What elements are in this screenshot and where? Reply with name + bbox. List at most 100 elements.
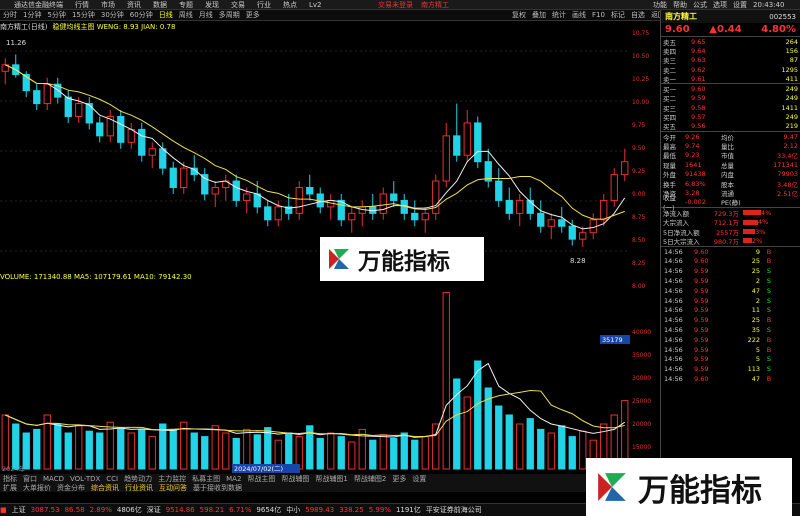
indicator-tab[interactable]: 帮战辅图: [281, 474, 309, 483]
flow-value: 980.7万: [713, 237, 739, 246]
menu-item[interactable]: Lv2: [309, 1, 322, 9]
tick-volume: 25: [751, 267, 760, 276]
period-tab[interactable]: 周线: [179, 10, 193, 20]
ext-tab[interactable]: 综合资讯: [91, 483, 119, 492]
indicator-tab[interactable]: 设置: [412, 474, 426, 483]
menu-item[interactable]: 发现: [205, 1, 219, 9]
tick-volume: 5: [755, 345, 760, 354]
menu-item[interactable]: 市场: [101, 1, 115, 9]
index-name[interactable]: 上证: [12, 505, 26, 515]
ext-tab[interactable]: 大单报价: [23, 483, 51, 492]
period-tab[interactable]: 15分钟: [72, 10, 95, 20]
menu-settings[interactable]: 设置: [733, 1, 747, 9]
tick-time: 14:56: [664, 276, 683, 285]
candle-body: [295, 187, 303, 214]
indicator-tab[interactable]: 帮战辅图2: [354, 474, 386, 483]
menu-item[interactable]: 热点: [283, 1, 297, 9]
tick-row: 14:56 9.59 113 S: [661, 364, 800, 374]
axis-tick-label: 35000: [632, 352, 652, 359]
volume-readout: VOLUME: 171340.88 MA5: 107179.61 MA10: 7…: [0, 272, 192, 281]
stat-value: 9.74: [685, 142, 700, 151]
indicator-tab[interactable]: 窗口: [23, 474, 37, 483]
volume-bar: [463, 396, 471, 470]
indicator-tab[interactable]: 更多: [392, 474, 406, 483]
candle-body: [621, 161, 629, 176]
indicator-tab[interactable]: MA2: [226, 475, 241, 483]
menu-item[interactable]: 行业: [257, 1, 271, 9]
tool-button[interactable]: 叠加: [532, 11, 546, 19]
menu-item[interactable]: 交易: [231, 1, 245, 9]
volume-bar: [442, 292, 450, 470]
ext-tab[interactable]: 基于接收到数据: [193, 483, 242, 492]
tick-volume: 35: [751, 325, 760, 334]
ext-tab[interactable]: 资金分布: [57, 483, 85, 492]
tool-button[interactable]: F10: [592, 11, 605, 19]
ext-tab[interactable]: 扩展: [3, 483, 17, 492]
volume-chart[interactable]: 35179 2024年 2024/07/02(二): [0, 281, 630, 473]
period-tab[interactable]: 月线: [199, 10, 213, 20]
low-price-label: 8.28: [570, 257, 586, 265]
axis-tick-label: 9.50: [632, 145, 646, 152]
flow-pct: 4%: [758, 218, 769, 227]
indicator-tab[interactable]: 指标: [3, 474, 17, 483]
tick-price: 9.59: [694, 306, 709, 315]
bid-price: 9.59: [691, 94, 706, 103]
indicator-tab[interactable]: 帮战主图: [247, 474, 275, 483]
tick-side: B: [766, 316, 772, 325]
tool-button[interactable]: 画线: [572, 11, 586, 19]
period-tab-active[interactable]: 日线: [159, 10, 173, 20]
indicator-tab[interactable]: MACD: [43, 475, 64, 483]
tick-time: 14:56: [664, 355, 683, 364]
period-tab[interactable]: 5分钟: [47, 10, 65, 20]
index-name[interactable]: 中小: [286, 505, 300, 515]
indicator-tab[interactable]: 帮战辅图1: [315, 474, 347, 483]
menu-item[interactable]: 专题: [179, 1, 193, 9]
volume-bar: [327, 432, 335, 470]
ext-tab[interactable]: 行业资讯: [125, 483, 153, 492]
indicator-tab[interactable]: 主力监控: [158, 474, 186, 483]
period-tab[interactable]: 多周期: [219, 10, 240, 20]
flow-bar: [743, 210, 761, 216]
period-tab[interactable]: 更多: [246, 10, 260, 20]
tick-price: 9.59: [694, 286, 709, 295]
tool-button[interactable]: 标记: [611, 11, 625, 19]
ext-tab[interactable]: 互动问答: [159, 483, 187, 492]
stat-value: 9.26: [685, 132, 700, 141]
index-name[interactable]: 深证: [147, 505, 161, 515]
volume-header: VOLUME: 171340.88 MA5: 107179.61 MA10: 7…: [0, 272, 630, 281]
tick-side: S: [766, 267, 772, 276]
volume-bar: [369, 439, 377, 470]
period-tab[interactable]: 60分钟: [130, 10, 153, 20]
candle-body: [169, 167, 177, 189]
menu-item[interactable]: 资讯: [127, 1, 141, 9]
volume-bar: [148, 436, 156, 470]
tool-button[interactable]: 统计: [552, 11, 566, 19]
tick-side: S: [766, 286, 772, 295]
indicator-tab[interactable]: 私募主图: [192, 474, 220, 483]
menu-item[interactable]: 行情: [75, 1, 89, 9]
date-cursor-label: 2024/07/02(二): [234, 465, 283, 473]
tool-button[interactable]: 复权: [512, 11, 526, 19]
tick-side: B: [766, 374, 772, 383]
stat-row: 换手 6.83% 股本 3.48亿: [661, 179, 800, 189]
menu-formula[interactable]: 公式: [693, 1, 707, 9]
period-tab[interactable]: 30分钟: [101, 10, 124, 20]
login-status[interactable]: 交易未登录: [378, 1, 413, 9]
menu-item[interactable]: 数据: [153, 1, 167, 9]
stat-value: 33.4亿: [777, 152, 798, 161]
volume-bar: [222, 432, 230, 470]
period-tab[interactable]: 分时: [3, 10, 17, 20]
menu-help[interactable]: 帮助: [673, 1, 687, 9]
tool-button[interactable]: 自选: [631, 11, 645, 19]
candle-body: [232, 180, 240, 201]
volume-bar: [12, 423, 20, 470]
indicator-tab[interactable]: VOL-TDX: [70, 475, 100, 483]
menu-options[interactable]: 选项: [713, 1, 727, 9]
indicator-tab[interactable]: CCI: [106, 475, 118, 483]
candlestick-chart[interactable]: 11.26 8.28: [0, 31, 630, 271]
volume-bar: [505, 414, 513, 470]
volume-bar: [169, 428, 177, 470]
period-tab[interactable]: 1分钟: [23, 10, 41, 20]
menu-help-func[interactable]: 功能: [653, 1, 667, 9]
indicator-tab[interactable]: 趋势动力: [124, 474, 152, 483]
